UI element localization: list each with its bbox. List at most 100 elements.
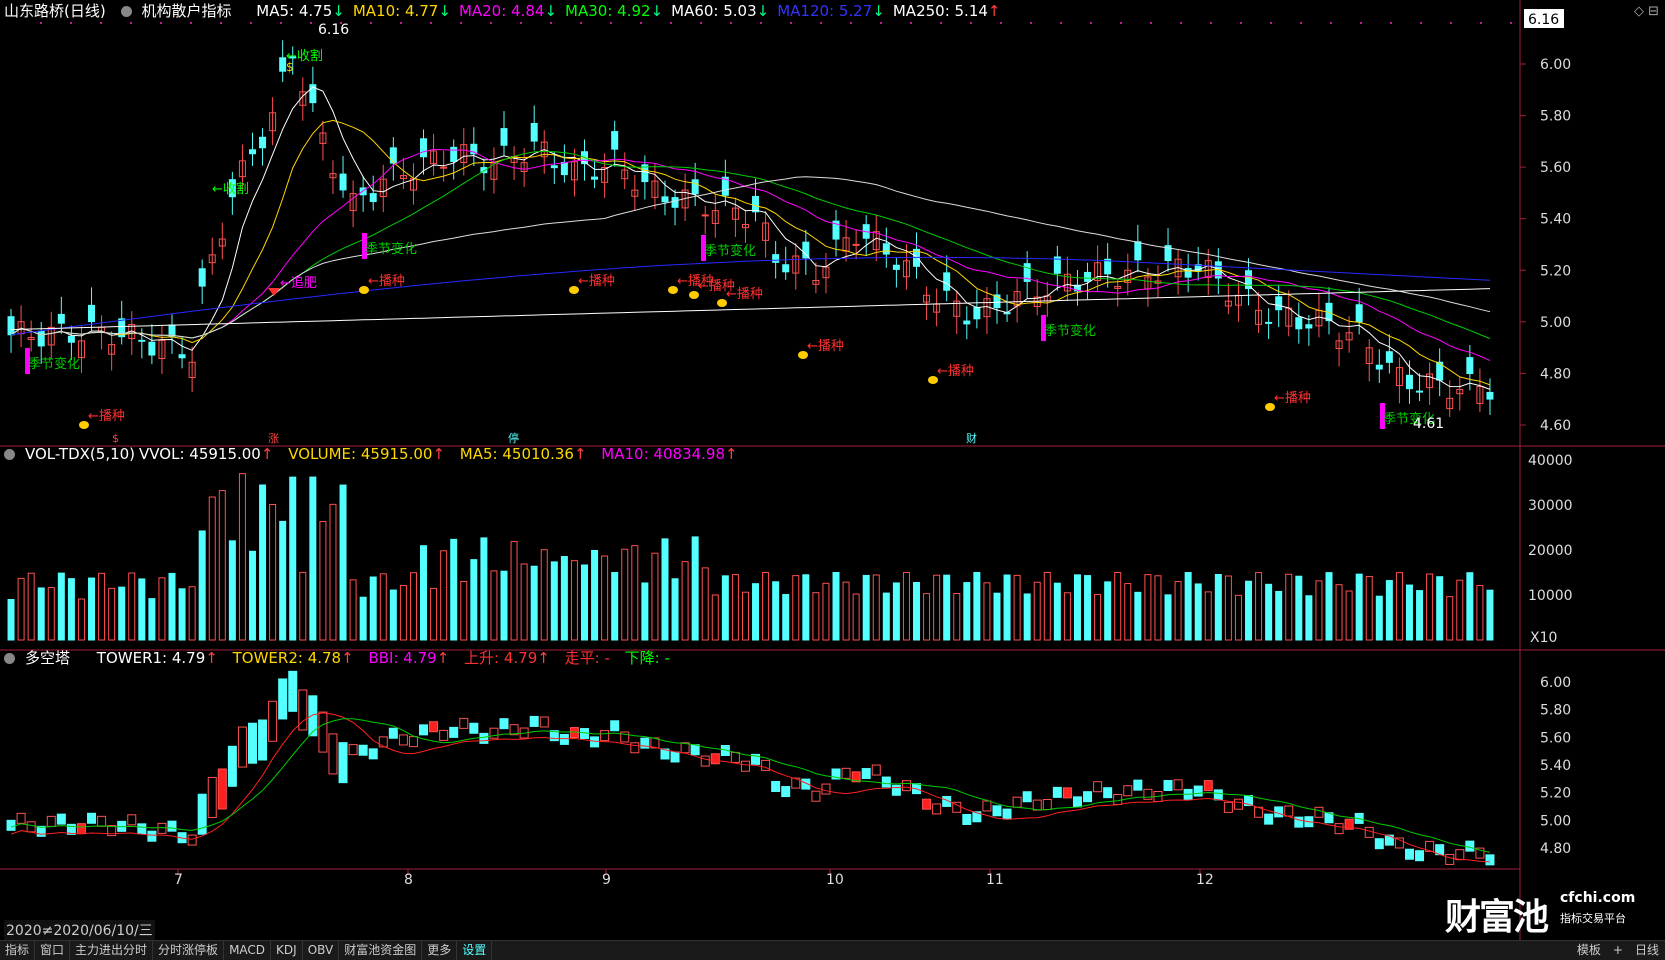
up-arrow: ↑ xyxy=(724,445,738,463)
sow-label: ←播种 xyxy=(1274,391,1311,406)
tab-kdj[interactable]: KDJ xyxy=(271,941,303,960)
grid-dot xyxy=(1300,22,1302,24)
volume-bar xyxy=(1104,581,1112,641)
volume-bar xyxy=(892,582,900,641)
volume-bar xyxy=(691,536,699,641)
circle-icon[interactable] xyxy=(4,653,15,664)
tower-block xyxy=(1193,785,1203,797)
volume-bar xyxy=(1053,582,1061,641)
candle-body xyxy=(168,324,176,337)
up-arrow: ↑ xyxy=(341,649,354,667)
candle-body xyxy=(57,313,65,324)
grid-dot xyxy=(40,22,42,24)
season-label: 季节变化 xyxy=(1044,323,1096,339)
candle-body xyxy=(420,138,428,158)
tower-title[interactable]: 多空塔 xyxy=(25,649,70,667)
tab-indicator[interactable]: 指标 xyxy=(0,941,36,960)
candle-body xyxy=(259,136,267,149)
grid-dot xyxy=(880,22,882,24)
volume-bar xyxy=(369,576,377,641)
window-icon[interactable]: ⊟ xyxy=(1648,4,1659,19)
tab-limit-up[interactable]: 分时涨停板 xyxy=(153,941,225,960)
volume-tick-label: 10000 xyxy=(1528,588,1573,604)
volume-bar xyxy=(721,575,729,641)
volume-tick-label: 30000 xyxy=(1528,498,1573,514)
indicator-name[interactable]: 机构散户指标 xyxy=(120,2,242,20)
candle-body xyxy=(1416,390,1424,393)
volume-bar xyxy=(228,540,236,641)
high-tag: 6.16 xyxy=(1528,12,1559,28)
volume-bar xyxy=(57,572,65,641)
tab-window[interactable]: 窗口 xyxy=(35,941,71,960)
template-button[interactable]: 模板 xyxy=(1571,941,1607,960)
circle-icon[interactable] xyxy=(4,449,15,460)
vvol-value: VVOL: 45915.00 xyxy=(139,445,261,463)
candle-body xyxy=(782,264,790,273)
chart-stage[interactable]: ←收割←收割←播种←播种 ←播种 ←播种←播种←播种←播种←播种←播种季节变化季节变… xyxy=(0,0,1665,959)
volume-bar xyxy=(832,572,840,641)
tower-tick-label: 5.40 xyxy=(1540,758,1571,774)
tab-obv[interactable]: OBV xyxy=(303,941,340,960)
grid-dot xyxy=(1090,22,1092,24)
up-arrow: ↑ xyxy=(260,445,274,463)
volume-bar xyxy=(1375,595,1383,641)
diamond-icon[interactable]: ◇ xyxy=(1634,4,1644,19)
volume-bar xyxy=(993,592,1001,641)
candle-body xyxy=(701,214,709,217)
tab-macd[interactable]: MACD xyxy=(224,941,272,960)
grid-dot xyxy=(1390,22,1392,24)
volume-bar xyxy=(1325,572,1333,641)
season-label: 季节变化 xyxy=(704,243,756,259)
volume-bar xyxy=(1355,573,1363,641)
volume-bar xyxy=(943,574,951,641)
tab-main-flow[interactable]: 主力进出分时 xyxy=(70,941,154,960)
volume-bar xyxy=(1184,572,1192,641)
grid-dot xyxy=(760,22,762,24)
up-arrow: ↑ xyxy=(205,649,218,667)
up-arrow: ↑ xyxy=(436,649,450,667)
grid-dot xyxy=(1030,22,1032,24)
tower-block xyxy=(1264,813,1274,825)
candle-body xyxy=(963,320,971,325)
circle-icon[interactable] xyxy=(120,6,132,17)
daily-button[interactable]: 日线 xyxy=(1629,941,1665,960)
tab-fund-chart[interactable]: 财富池资金图 xyxy=(339,941,423,960)
candle-body xyxy=(37,330,45,347)
tab-more[interactable]: 更多 xyxy=(422,941,458,960)
vol-title[interactable]: VOL-TDX(5,10) xyxy=(25,445,135,463)
volume-bar xyxy=(772,581,780,641)
grid-dot xyxy=(1360,22,1362,24)
candle-body xyxy=(339,173,347,191)
volume-bar xyxy=(963,582,971,641)
grid-dot xyxy=(1180,22,1182,24)
tower-block xyxy=(388,727,398,739)
watermark-url: cfchi.com xyxy=(1560,890,1636,906)
tower-block xyxy=(1163,779,1173,791)
volume-bar xyxy=(480,537,488,641)
tab-settings[interactable]: 设置 xyxy=(457,941,493,960)
tower-block xyxy=(247,722,257,764)
chase-label: ←追肥 xyxy=(280,275,317,291)
grid-dot xyxy=(940,22,942,24)
volume-bar xyxy=(1275,590,1283,641)
grid-dot xyxy=(1510,22,1512,24)
add-button[interactable]: + xyxy=(1607,941,1629,960)
down-arrow: ↓ xyxy=(872,2,885,20)
tower-block xyxy=(147,830,157,842)
month-label: 10 xyxy=(826,872,844,888)
volume-bar xyxy=(782,594,790,641)
down-arrow: ↓ xyxy=(756,2,770,20)
volume-bar xyxy=(1194,583,1202,641)
candle-body xyxy=(671,197,679,208)
grid-dot xyxy=(370,22,372,24)
tower-block xyxy=(962,814,972,826)
tower-block xyxy=(469,722,479,734)
candle-body xyxy=(1486,391,1494,400)
volume-bar xyxy=(973,572,981,641)
sow-label: ←播种 xyxy=(726,287,763,302)
candle-body xyxy=(550,165,558,169)
volume-tick-label: 40000 xyxy=(1528,453,1573,469)
up-arrow: ↑ xyxy=(537,649,550,667)
tower-block xyxy=(771,780,781,792)
stock-name[interactable]: 山东路桥(日线) xyxy=(4,2,106,20)
